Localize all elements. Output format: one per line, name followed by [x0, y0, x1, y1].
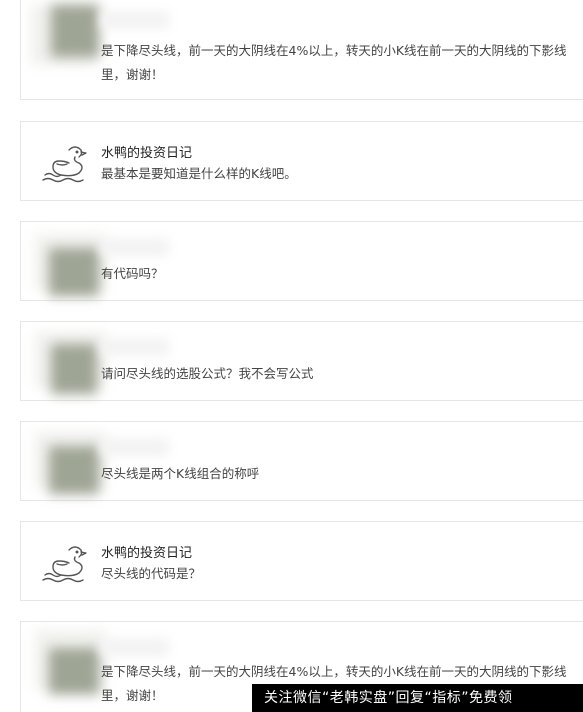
comment-card: 有代码吗？ E [20, 221, 583, 301]
comment-text: 尽头线的代码是？ [101, 566, 202, 581]
comment-card: 尽头线是两个K线组合的称呼 E [20, 421, 583, 501]
comment-card: 请问尽头线的选股公式？我不会写公式 E [20, 321, 583, 401]
avatar-blur-overlay [49, 248, 99, 296]
comment-card: 是下降尽头线，前一天的大阴线在4%以上，转天的小K线在前一天的大阴线的下影线里，… [20, 0, 583, 100]
comment-card: 水鸭的投资日记 最基本是要知道是什么样的K线吧。 ( [20, 121, 583, 201]
duck-avatar-icon [42, 546, 87, 583]
avatar-blur-overlay [49, 446, 99, 494]
watermark-banner: 关注微信“老韩实盘”回复“指标”免费领 [252, 684, 583, 712]
comment-text: 有代码吗？ [101, 266, 164, 281]
username-redacted [101, 238, 169, 256]
comment-text: 请问尽头线的选股公式？我不会写公式 [101, 366, 314, 381]
duck-avatar-icon [42, 146, 87, 183]
username[interactable]: 水鸭的投资日记 [101, 542, 192, 561]
username-redacted [101, 638, 169, 656]
comment-text: 最基本是要知道是什么样的K线吧。 [101, 166, 297, 181]
username-redacted [101, 11, 169, 29]
avatar-blur-overlay [49, 648, 99, 694]
avatar-blur-overlay [51, 5, 99, 57]
comment-text: 尽头线是两个K线组合的称呼 [101, 466, 260, 481]
username-redacted [101, 438, 169, 456]
username-redacted [101, 338, 169, 356]
comment-list-page: 是下降尽头线，前一天的大阴线在4%以上，转天的小K线在前一天的大阴线的下影线里，… [0, 0, 583, 712]
comment-text: 是下降尽头线，前一天的大阴线在4%以上，转天的小K线在前一天的大阴线的下影线里，… [101, 43, 567, 82]
avatar-blur-overlay [51, 344, 97, 394]
comment-card: 水鸭的投资日记 尽头线的代码是？ E [20, 521, 583, 601]
username[interactable]: 水鸭的投资日记 [101, 142, 192, 161]
